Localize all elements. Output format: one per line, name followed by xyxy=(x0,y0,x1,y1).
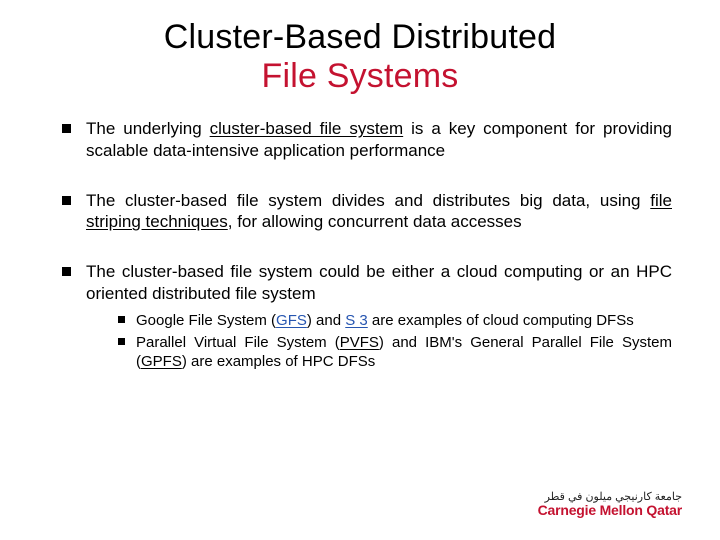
bullet-2: The cluster-based file system divides an… xyxy=(60,190,672,234)
sub2-gpfs: GPFS xyxy=(141,353,182,370)
bullet-1-underline: cluster-based file system xyxy=(210,119,404,138)
slide: Cluster-Based Distributed File Systems T… xyxy=(0,0,720,540)
sub1-t2: ) and xyxy=(307,312,345,329)
sub1-s3: S 3 xyxy=(345,312,368,329)
bullet-list: The underlying cluster-based file system… xyxy=(48,118,672,371)
sub1-t1: Google File System ( xyxy=(136,312,276,329)
bullet-3-text: The cluster-based file system could be e… xyxy=(86,262,672,303)
sub1-t3: are examples of cloud computing DFSs xyxy=(368,312,634,329)
bullet-2-pre: The cluster-based file system divides an… xyxy=(86,191,650,210)
sub-list: Google File System (GFS) and S 3 are exa… xyxy=(86,311,672,372)
bullet-2-post: , for allowing concurrent data accesses xyxy=(228,212,522,231)
sub-bullet-1: Google File System (GFS) and S 3 are exa… xyxy=(116,311,672,330)
title-line1: Cluster-Based Distributed xyxy=(164,18,556,56)
bullet-1-pre: The underlying xyxy=(86,119,210,138)
logo-english: Carnegie Mellon Qatar xyxy=(538,503,682,518)
sub2-pvfs: PVFS xyxy=(340,334,379,351)
bullet-1: The underlying cluster-based file system… xyxy=(60,118,672,162)
title-line2: File Systems xyxy=(262,57,459,95)
sub2-t1: Parallel Virtual File System ( xyxy=(136,334,340,351)
sub1-gfs: GFS xyxy=(276,312,307,329)
university-logo: جامعة كارنيجي ميلون في قطر Carnegie Mell… xyxy=(538,492,682,518)
sub-bullet-2: Parallel Virtual File System (PVFS) and … xyxy=(116,333,672,371)
sub2-t3: ) are examples of HPC DFSs xyxy=(182,353,375,370)
bullet-3: The cluster-based file system could be e… xyxy=(60,261,672,371)
slide-title: Cluster-Based Distributed File Systems xyxy=(80,18,640,96)
